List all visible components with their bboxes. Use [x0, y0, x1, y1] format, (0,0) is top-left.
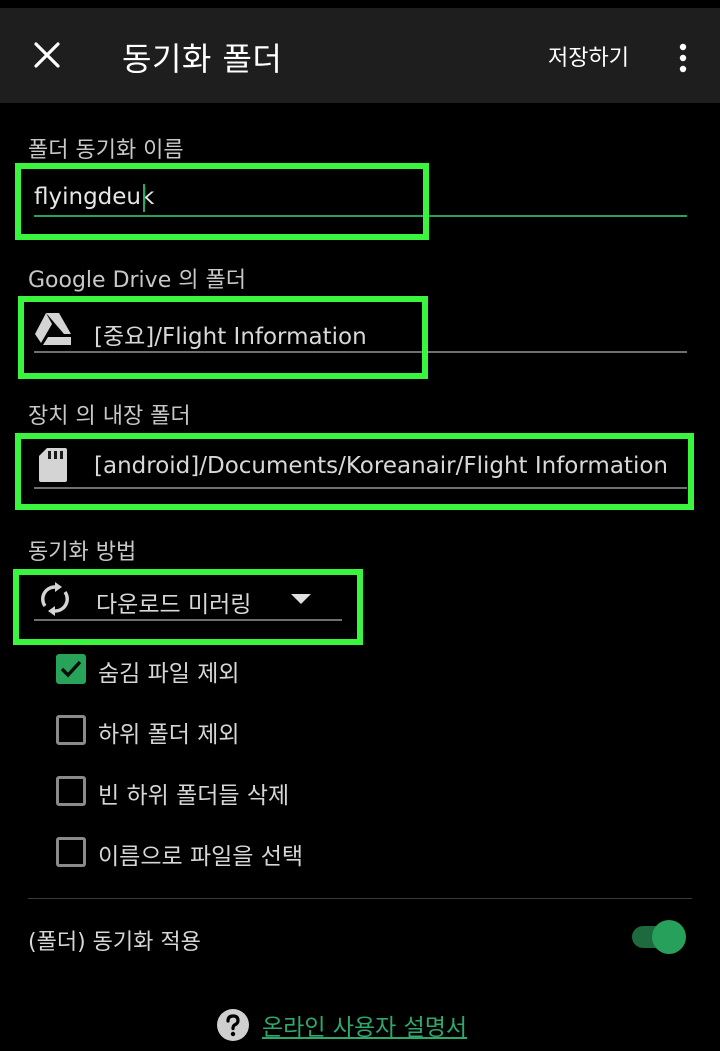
highlight-box-local — [15, 433, 694, 510]
sync-method-label: 동기화 방법 — [28, 540, 137, 565]
close-button[interactable] — [24, 32, 70, 78]
option-label-delete-empty-subfolders: 빈 하위 폴더들 삭제 — [98, 783, 290, 809]
option-label-exclude-hidden: 숨김 파일 제외 — [98, 661, 240, 687]
page-title: 동기화 폴더 — [122, 40, 283, 78]
remote-folder-label: Google Drive 의 폴더 — [28, 268, 246, 293]
online-manual-link[interactable]: 온라인 사용자 설명서 — [262, 1008, 467, 1042]
highlight-box-method — [13, 569, 363, 645]
apply-sync-label: (폴더) 동기화 적용 — [28, 930, 201, 955]
highlight-box-remote — [18, 296, 428, 379]
highlight-box-name — [15, 163, 429, 240]
option-label-select-files-by-name: 이름으로 파일을 선택 — [98, 844, 304, 870]
apply-sync-toggle-knob[interactable] — [652, 920, 686, 954]
checkbox-exclude-hidden[interactable] — [56, 654, 86, 684]
option-label-exclude-subfolders: 하위 폴더 제외 — [98, 722, 240, 748]
checkbox-exclude-subfolders[interactable] — [56, 715, 86, 745]
divider — [28, 898, 692, 899]
local-folder-label: 장치 의 내장 폴더 — [28, 404, 191, 429]
help-circle-icon[interactable] — [216, 1008, 250, 1042]
checkbox-delete-empty-subfolders[interactable] — [56, 776, 86, 806]
close-icon — [34, 42, 60, 68]
checkmark-icon — [60, 660, 82, 678]
checkbox-select-files-by-name[interactable] — [56, 837, 86, 867]
save-button[interactable]: 저장하기 — [548, 40, 629, 72]
sync-name-label: 폴더 동기화 이름 — [28, 138, 184, 163]
app-bar: 동기화 폴더 저장하기 — [0, 8, 720, 103]
more-options-button[interactable] — [666, 36, 700, 80]
more-vertical-icon — [679, 43, 687, 73]
